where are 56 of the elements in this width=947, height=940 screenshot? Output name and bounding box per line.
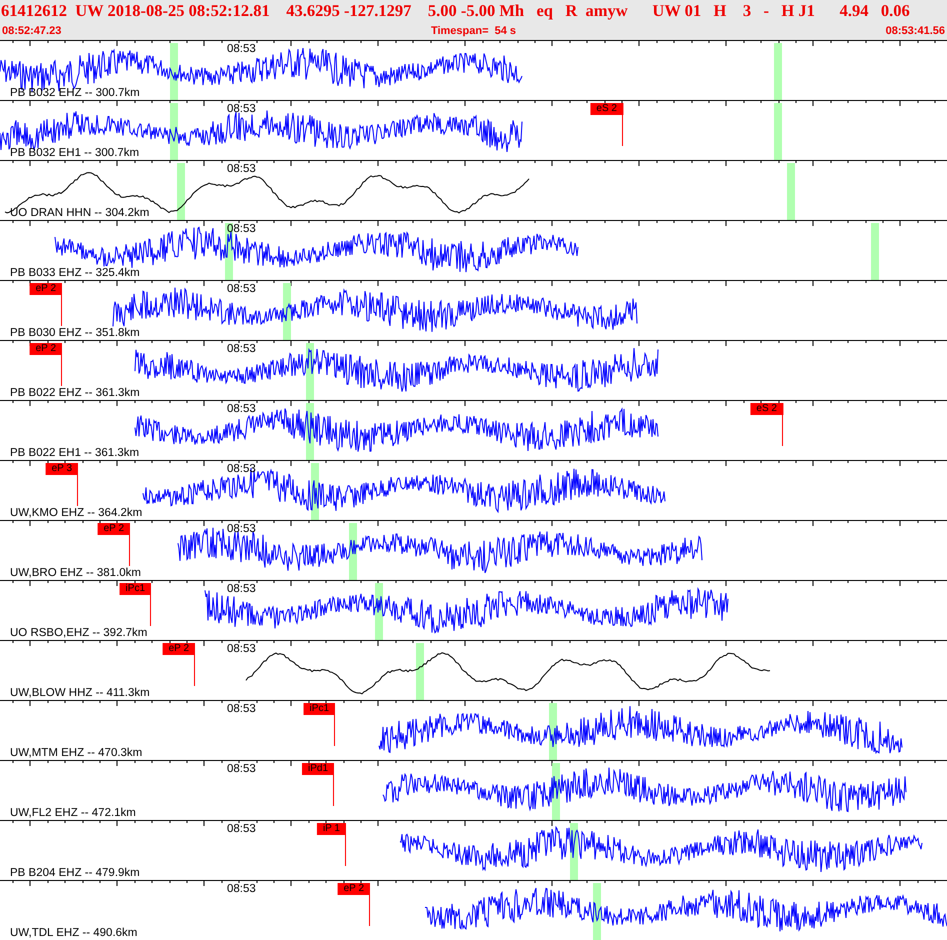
pick-flag[interactable]: eP 2 <box>338 883 370 895</box>
pick-flag[interactable]: eP 2 <box>162 643 195 655</box>
pick-flag[interactable]: eP 2 <box>98 523 130 535</box>
start-time: 08:52:47.23 <box>2 25 62 38</box>
marker-bar <box>170 43 178 100</box>
marker-bar <box>593 883 601 940</box>
marker-bar <box>177 163 185 220</box>
time-label: 08:53 <box>227 403 256 416</box>
pick-flag[interactable]: eP 2 <box>30 343 62 355</box>
time-label: 08:53 <box>227 763 256 776</box>
station-label: UW,TDL EHZ -- 490.6km <box>10 927 138 940</box>
time-label: 08:53 <box>227 283 256 296</box>
station-label: UW,BRO EHZ -- 381.0km <box>10 567 141 580</box>
time-label: 08:53 <box>227 223 256 236</box>
time-label: 08:53 <box>227 523 256 536</box>
time-label: 08:53 <box>227 823 256 836</box>
station-label: UW,BLOW HHZ -- 411.3km <box>10 687 150 700</box>
time-label: 08:53 <box>227 103 256 116</box>
station-label: PB B204 EHZ -- 479.9km <box>10 867 140 880</box>
station-label: UW,KMO EHZ -- 364.2km <box>10 507 142 520</box>
station-label: PB B032 EHZ -- 300.7km <box>10 87 140 100</box>
station-label: PB B022 EHZ -- 361.3km <box>10 387 140 400</box>
station-label: UW,MTM EHZ -- 470.3km <box>10 747 142 760</box>
marker-bar <box>170 103 178 160</box>
pick-flag[interactable]: eS 2 <box>590 103 623 115</box>
marker-bar <box>416 643 424 700</box>
station-label: UO DRAN HHN -- 304.2km <box>10 207 150 220</box>
station-label: UW,FL2 EHZ -- 472.1km <box>10 807 136 820</box>
time-label: 08:53 <box>227 883 256 896</box>
marker-bar <box>787 163 795 220</box>
timespan-text: Timespan= 54 s <box>430 25 516 38</box>
station-label: PB B033 EHZ -- 325.4km <box>10 267 140 280</box>
time-label: 08:53 <box>227 583 256 596</box>
station-label: PB B022 EH1 -- 361.3km <box>10 447 140 460</box>
time-label: 08:53 <box>227 43 256 56</box>
time-label: 08:53 <box>227 643 256 656</box>
pick-flag[interactable]: eS 2 <box>750 403 783 415</box>
pick-flag[interactable]: eP 2 <box>30 283 62 295</box>
marker-bar <box>774 43 782 100</box>
marker-bar <box>871 223 879 280</box>
event-summary: 61412612 UW 2018-08-25 08:52:12.81 43.6295 -127.1297 5.00 -5.00 Mh eq R amyw UW 01 H 3 - H J1 4.94 0.06 <box>0 1 910 21</box>
marker-bar <box>283 283 291 340</box>
time-label: 08:53 <box>227 343 256 356</box>
pick-flag[interactable]: iP 1 <box>316 823 346 835</box>
pick-flag[interactable]: iPc1 <box>304 703 335 715</box>
pick-flag[interactable]: iPd1 <box>302 763 334 775</box>
end-time: 08:53:41.56 <box>886 25 945 38</box>
pick-flag[interactable]: eP 3 <box>46 463 78 475</box>
station-label: UO RSBO,EHZ -- 392.7km <box>10 627 148 640</box>
station-label: PB B032 EH1 -- 300.7km <box>10 147 140 160</box>
time-label: 08:53 <box>227 163 256 176</box>
time-label: 08:53 <box>227 703 256 716</box>
marker-bar <box>774 103 782 160</box>
time-label: 08:53 <box>227 463 256 476</box>
pick-flag[interactable]: iPc1 <box>120 583 151 595</box>
station-label: PB B030 EHZ -- 351.8km <box>10 327 140 340</box>
